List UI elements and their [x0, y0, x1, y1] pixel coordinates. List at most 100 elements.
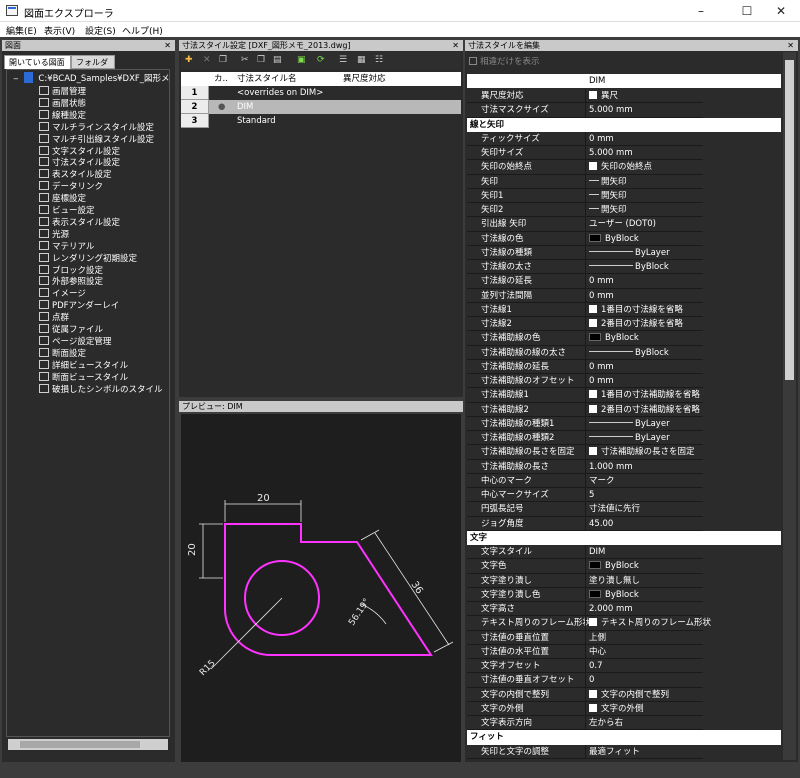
property-row[interactable]: 文字オフセット 0.7 [467, 659, 781, 674]
property-row[interactable]: 矢印 開矢印 [467, 174, 781, 189]
close-icon[interactable]: ✕ [452, 40, 459, 51]
menu-edit[interactable]: 編集(E) [6, 24, 37, 37]
property-row[interactable]: 寸法補助線1 1番目の寸法補助線を省略 [467, 388, 781, 403]
property-row[interactable]: ジョグ角度 45.00 [467, 516, 781, 531]
import-icon[interactable]: ▣ [297, 55, 306, 66]
col-style-name[interactable]: 寸法スタイル名 [237, 72, 297, 86]
property-value[interactable]: 開矢印 [585, 174, 703, 189]
property-value[interactable]: 開矢印 [585, 188, 703, 203]
property-row[interactable]: テキスト周りのフレーム形状 テキスト周りのフレーム形状 [467, 616, 781, 631]
tab-open-drawings[interactable]: 開いている図面 [4, 55, 71, 69]
cut-icon[interactable]: ✂ [241, 55, 249, 66]
tree-item[interactable]: PDFアンダーレイ [39, 300, 119, 312]
menu-view[interactable]: 表示(V) [44, 24, 75, 37]
tree-item[interactable]: 外部参照設定 [39, 276, 103, 288]
tree-item[interactable]: 座標設定 [39, 193, 86, 205]
property-value[interactable]: ByBlock [585, 331, 703, 346]
paste-icon[interactable]: ▤ [273, 55, 282, 66]
property-value[interactable]: 2.000 mm [585, 602, 703, 617]
tree-item[interactable]: 表スタイル設定 [39, 169, 112, 181]
property-value[interactable]: 0 mm [585, 359, 703, 374]
new-style-icon[interactable]: ✚ [185, 55, 193, 66]
property-row[interactable]: 中心のマーク マーク [467, 473, 781, 488]
property-row[interactable]: 矢印と文字の調整 最適フィット [467, 744, 781, 759]
property-row[interactable]: 並列寸法間隔 0 mm [467, 288, 781, 303]
property-row[interactable]: 文字色 ByBlock [467, 559, 781, 574]
col-current[interactable]: カ.. [214, 72, 228, 86]
grid-view-icon[interactable]: ▦ [357, 55, 366, 66]
property-row[interactable]: 寸法補助線の線の太さ ByBlock [467, 345, 781, 360]
property-value[interactable]: 開矢印 [585, 203, 703, 218]
property-row[interactable]: 寸法補助線の種類2 ByLayer [467, 431, 781, 446]
menu-help[interactable]: ヘルプ(H) [122, 24, 163, 37]
menu-settings[interactable]: 設定(S) [85, 24, 116, 37]
property-row[interactable]: 寸法線1 1番目の寸法線を省略 [467, 302, 781, 317]
property-value[interactable]: 0.7 [585, 659, 703, 674]
property-value[interactable]: 文字の内側で整列 [585, 687, 703, 702]
tree-item[interactable]: 詳細ビュースタイル [39, 359, 128, 372]
property-row[interactable]: 文字スタイル DIM [467, 545, 781, 560]
collapse-icon[interactable]: − [13, 73, 21, 85]
property-value[interactable]: ByBlock [585, 231, 703, 246]
property-row[interactable]: 寸法線の延長 0 mm [467, 274, 781, 289]
property-section[interactable]: 文字 [467, 530, 781, 545]
table-row-selected[interactable]: 2 ● DIM [181, 100, 461, 114]
property-value[interactable]: ByLayer [585, 416, 703, 431]
property-value[interactable]: 寸法補助線の長さを固定 [585, 445, 703, 460]
table-row[interactable]: 1 <overrides on DIM> [181, 86, 461, 100]
tree-hscroll-thumb[interactable] [20, 741, 140, 748]
tree-item[interactable]: 従属ファイル [39, 324, 103, 336]
property-value[interactable]: マーク [585, 473, 703, 488]
property-row[interactable]: 矢印2 開矢印 [467, 203, 781, 218]
property-value[interactable]: 5.000 mm [585, 103, 703, 118]
tree-root[interactable]: − C:¥BCAD_Samples¥DXF_図形メ [13, 72, 169, 85]
diff-only-checkbox[interactable]: 相違だけを表示 [469, 55, 540, 67]
property-row[interactable]: 寸法補助線の種類1 ByLayer [467, 416, 781, 431]
col-annotative[interactable]: 異尺度対応 [343, 72, 386, 86]
property-row[interactable]: 文字の内側で整列 文字の内側で整列 [467, 687, 781, 702]
property-value[interactable]: 上側 [585, 630, 703, 645]
property-row[interactable]: 円弧長記号 寸法値に先行 [467, 502, 781, 517]
property-value[interactable]: ByLayer [585, 245, 703, 260]
property-value[interactable]: 45.00 [585, 516, 703, 531]
property-row[interactable]: 文字の外側 文字の外側 [467, 701, 781, 716]
property-value[interactable]: ByLayer [585, 431, 703, 446]
property-vscrollbar[interactable] [783, 52, 796, 760]
property-row[interactable]: 引出線 矢印 ユーザー (DOT0) [467, 217, 781, 232]
copy-icon[interactable]: ❐ [219, 55, 227, 66]
property-value[interactable]: 0 [585, 673, 703, 688]
property-row[interactable]: 寸法線の色 ByBlock [467, 231, 781, 246]
property-value[interactable]: ByBlock [585, 587, 703, 602]
tree-item[interactable]: 破損したシンボルのスタイル [39, 383, 163, 396]
tree-item[interactable]: マルチ引出線スタイル設定 [39, 133, 154, 146]
minimize-button[interactable]: – [694, 4, 708, 18]
list-view-icon[interactable]: ☰ [339, 55, 347, 66]
property-row[interactable]: 文字表示方向 左から右 [467, 716, 781, 731]
property-value[interactable]: 寸法値に先行 [585, 502, 703, 517]
property-value[interactable]: 0 mm [585, 374, 703, 389]
tree-item[interactable]: 断面設定 [39, 347, 86, 360]
tree-item[interactable]: 光源 [39, 228, 69, 241]
property-value[interactable]: 異尺 [585, 89, 703, 104]
close-icon[interactable]: ✕ [164, 40, 171, 51]
property-row[interactable]: 寸法補助線のオフセット 0 mm [467, 374, 781, 389]
property-row[interactable]: 中心マークサイズ 5 [467, 488, 781, 503]
tree-item[interactable]: 表示スタイル設定 [39, 216, 120, 229]
property-value[interactable]: 中心 [585, 644, 703, 659]
property-value[interactable]: 2番目の寸法線を省略 [585, 317, 703, 332]
tree-item[interactable]: 線種設定 [39, 109, 86, 122]
tree-item[interactable]: 断面ビュースタイル [39, 371, 128, 384]
property-row[interactable]: 寸法補助線2 2番目の寸法補助線を省略 [467, 402, 781, 417]
tree-item[interactable]: 寸法スタイル設定 [39, 157, 120, 169]
property-value[interactable]: ByBlock [585, 559, 703, 574]
duplicate-icon[interactable]: ❐ [257, 55, 265, 66]
detail-view-icon[interactable]: ☷ [375, 55, 383, 66]
property-row[interactable]: 矢印サイズ 5.000 mm [467, 146, 781, 161]
property-value[interactable]: テキスト周りのフレーム形状 [585, 616, 711, 631]
property-row[interactable]: 寸法値の垂直位置 上側 [467, 630, 781, 645]
property-row[interactable]: 寸法線の種類 ByLayer [467, 245, 781, 260]
property-row[interactable]: 寸法補助線の色 ByBlock [467, 331, 781, 346]
property-value[interactable]: 5 [585, 488, 703, 503]
tree-item[interactable]: 文字スタイル設定 [39, 145, 120, 158]
property-value[interactable]: 1番目の寸法線を省略 [585, 302, 703, 317]
